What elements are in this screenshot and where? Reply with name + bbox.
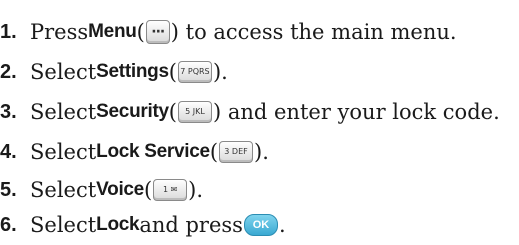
step-keyword: Lock (96, 214, 140, 235)
step-number: 2. (0, 60, 17, 83)
step-text: Select (30, 178, 97, 202)
step-number: 4. (0, 140, 17, 163)
step-text: ). (254, 140, 269, 164)
step-keyword: Menu (88, 21, 137, 42)
instruction-list: 1. Press Menu ( ··· ) to access the main… (0, 0, 519, 243)
step-number: 6. (0, 213, 17, 236)
step-text: ). (212, 60, 228, 84)
step-text: ( (168, 100, 177, 124)
step-text: ( (209, 140, 219, 164)
step-5: 5. Select Voice ( 1 ✉ ). (0, 170, 203, 210)
step-keyword: Settings (96, 61, 169, 82)
step-number: 3. (0, 100, 17, 123)
step-3: 3. Select Security ( 5 JKL ) and enter y… (0, 92, 500, 132)
menu-key-label: ··· (151, 24, 165, 40)
step-1: 1. Press Menu ( ··· ) to access the main… (0, 12, 457, 52)
step-text: Select (30, 213, 97, 237)
step-text: Select (30, 60, 97, 84)
step-number: 5. (0, 178, 17, 201)
step-2: 2. Select Settings ( 7 PQRS ). (0, 52, 228, 92)
step-text: ( (168, 60, 177, 84)
step-keyword: Lock Service (96, 141, 210, 162)
step-text: ) and enter your lock code. (212, 100, 500, 124)
step-text: ( (143, 178, 153, 202)
key-3-icon: 3 DEF (219, 141, 254, 163)
step-number: 1. (0, 20, 17, 43)
step-text: ). (188, 178, 204, 202)
step-text: and press (139, 213, 243, 237)
step-text: Select (30, 140, 97, 164)
step-text: Press (30, 20, 89, 44)
step-6: 6. Select Lock and press OK . (0, 205, 286, 245)
step-text: ) to access the main menu. (170, 20, 457, 44)
step-keyword: Voice (96, 179, 144, 200)
key-1-icon: 1 ✉ (153, 179, 188, 201)
menu-key-icon: ··· (145, 20, 170, 44)
key-5-icon: 5 JKL (177, 101, 212, 123)
step-text: . (278, 213, 286, 237)
step-4: 4. Select Lock Service ( 3 DEF ). (0, 132, 269, 172)
step-text: Select (30, 100, 97, 124)
key-7-icon: 7 PQRS (177, 61, 212, 83)
step-text: ( (136, 20, 145, 44)
step-keyword: Security (96, 101, 169, 122)
ok-key-icon: OK (243, 214, 278, 236)
